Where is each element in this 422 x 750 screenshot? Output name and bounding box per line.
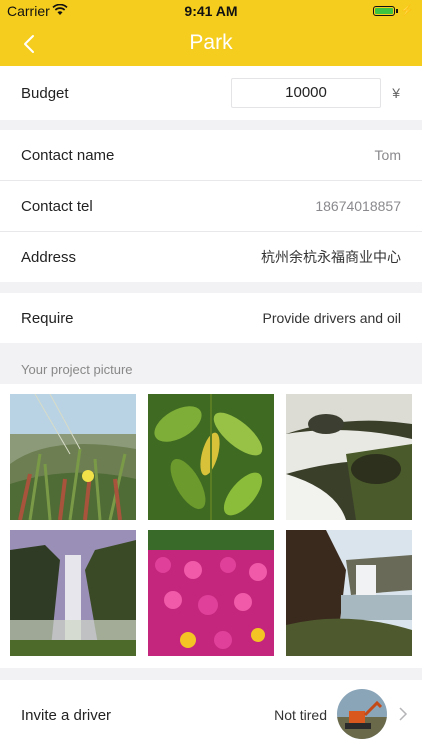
contact-name-row[interactable]: Contact name Tom [0, 130, 422, 180]
waterfall-cliff-photo[interactable] [10, 530, 136, 656]
pink-flowers-photo[interactable] [148, 530, 274, 656]
contact-tel-value: 18674018857 [315, 198, 401, 214]
budget-row: Budget 10000 ¥ [0, 66, 422, 120]
clock: 9:41 AM [184, 3, 238, 19]
driver-avatar[interactable] [337, 689, 387, 739]
invite-driver-label: Invite a driver [21, 706, 112, 724]
budget-input[interactable]: 10000 [231, 78, 381, 108]
budget-label: Budget [21, 84, 69, 102]
require-value: Provide drivers and oil [262, 310, 401, 326]
address-value: 杭州余杭永福商业中心 [261, 249, 401, 265]
contact-name-value: Tom [374, 147, 401, 163]
waterfall-coast-photo[interactable] [286, 530, 412, 656]
waterfall-rocks-photo[interactable] [286, 394, 412, 520]
chevron-right-icon [398, 706, 408, 722]
require-label: Require [21, 309, 74, 327]
project-picture-gallery [0, 384, 422, 668]
green-leaves-photo[interactable] [148, 394, 274, 520]
invite-driver-row[interactable]: Invite a driver Not tired [0, 680, 422, 750]
address-label: Address [21, 248, 77, 266]
navigation-bar: Park [0, 22, 422, 66]
contact-tel-label: Contact tel [21, 197, 93, 215]
contact-tel-row[interactable]: Contact tel 18674018857 [0, 181, 422, 231]
page-title: Park [189, 31, 233, 54]
project-picture-caption: Your project picture [21, 362, 133, 377]
driver-status: Not tired [274, 707, 327, 723]
address-row[interactable]: Address 杭州余杭永福商业中心 [0, 232, 422, 282]
status-bar: Carrier 9:41 AM ⚡ [0, 0, 422, 22]
require-row[interactable]: Require Provide drivers and oil [0, 293, 422, 343]
flower-meadow-photo[interactable] [10, 394, 136, 520]
contact-name-label: Contact name [21, 146, 115, 164]
battery-icon: ⚡ [373, 4, 414, 17]
currency-label: ¥ [392, 85, 400, 101]
